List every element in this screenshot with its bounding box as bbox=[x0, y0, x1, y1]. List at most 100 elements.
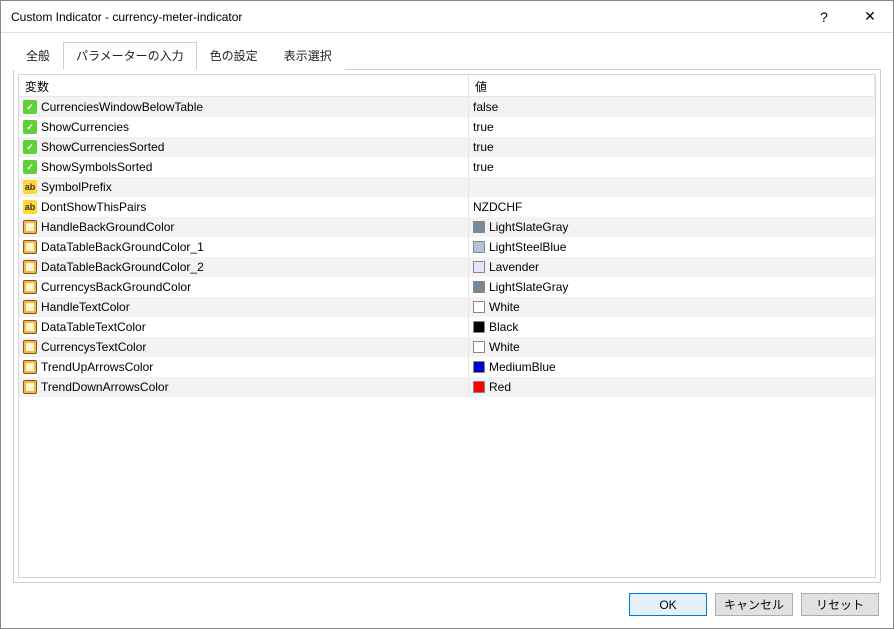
variable-name: DontShowThisPairs bbox=[41, 200, 146, 214]
color-type-icon bbox=[23, 300, 37, 314]
variable-cell: ✓ ShowCurrenciesSorted bbox=[19, 137, 469, 157]
variable-cell: ✓ CurrenciesWindowBelowTable bbox=[19, 97, 469, 117]
ok-button[interactable]: OK bbox=[629, 593, 707, 616]
value-cell[interactable]: LightSlateGray bbox=[469, 217, 875, 237]
table-row[interactable]: TrendUpArrowsColor MediumBlue bbox=[19, 357, 875, 377]
table-row[interactable]: CurrencysBackGroundColor LightSlateGray bbox=[19, 277, 875, 297]
tab-colors[interactable]: 色の設定 bbox=[197, 42, 271, 70]
variable-cell: TrendUpArrowsColor bbox=[19, 357, 469, 377]
color-swatch bbox=[473, 321, 485, 333]
color-type-icon bbox=[23, 220, 37, 234]
table-row[interactable]: HandleTextColorWhite bbox=[19, 297, 875, 317]
color-swatch bbox=[473, 241, 485, 253]
help-button[interactable]: ? bbox=[801, 1, 847, 33]
value-cell[interactable]: MediumBlue bbox=[469, 357, 875, 377]
value-cell[interactable]: LightSlateGray bbox=[469, 277, 875, 297]
str-type-icon: ab bbox=[23, 200, 37, 214]
bool-type-icon: ✓ bbox=[23, 120, 37, 134]
value-text: LightSteelBlue bbox=[489, 240, 566, 254]
table-row[interactable]: ✓ ShowCurrenciesSorted true bbox=[19, 137, 875, 157]
table-row[interactable]: DataTableBackGroundColor_1 LightSteelBlue bbox=[19, 237, 875, 257]
color-type-icon bbox=[23, 260, 37, 274]
bool-type-icon: ✓ bbox=[23, 160, 37, 174]
value-cell[interactable]: false bbox=[469, 97, 875, 117]
value-cell[interactable]: White bbox=[469, 297, 875, 317]
variable-name: TrendDownArrowsColor bbox=[41, 380, 169, 394]
color-swatch bbox=[473, 381, 485, 393]
variable-name: ShowCurrenciesSorted bbox=[41, 140, 164, 154]
value-cell[interactable]: Black bbox=[469, 317, 875, 337]
color-type-icon bbox=[23, 240, 37, 254]
value-text: true bbox=[473, 120, 494, 134]
color-swatch bbox=[473, 221, 485, 233]
color-swatch bbox=[473, 301, 485, 313]
variable-name: ShowSymbolsSorted bbox=[41, 160, 152, 174]
tab-general[interactable]: 全般 bbox=[13, 42, 63, 70]
value-cell[interactable]: White bbox=[469, 337, 875, 357]
table-row[interactable]: abSymbolPrefix bbox=[19, 177, 875, 197]
value-cell[interactable]: true bbox=[469, 117, 875, 137]
variable-name: DataTableTextColor bbox=[41, 320, 146, 334]
color-swatch bbox=[473, 361, 485, 373]
color-type-icon bbox=[23, 320, 37, 334]
value-text: MediumBlue bbox=[489, 360, 556, 374]
value-text: true bbox=[473, 140, 494, 154]
variable-cell: ✓ ShowCurrencies bbox=[19, 117, 469, 137]
titlebar: Custom Indicator - currency-meter-indica… bbox=[1, 1, 893, 33]
value-cell[interactable]: NZDCHF bbox=[469, 197, 875, 217]
window-title: Custom Indicator - currency-meter-indica… bbox=[11, 10, 801, 24]
variable-name: CurrenciesWindowBelowTable bbox=[41, 100, 203, 114]
variable-name: CurrencysTextColor bbox=[41, 340, 146, 354]
variable-name: CurrencysBackGroundColor bbox=[41, 280, 191, 294]
table-row[interactable]: ✓ ShowCurrencies true bbox=[19, 117, 875, 137]
column-header-variable[interactable]: 変数 bbox=[19, 75, 469, 96]
variable-cell: abSymbolPrefix bbox=[19, 177, 469, 197]
value-text: White bbox=[489, 300, 520, 314]
tab-parameters[interactable]: パラメーターの入力 bbox=[63, 42, 197, 70]
variable-cell: ab DontShowThisPairs bbox=[19, 197, 469, 217]
value-text: true bbox=[473, 160, 494, 174]
variable-name: ShowCurrencies bbox=[41, 120, 129, 134]
variable-cell: ✓ ShowSymbolsSorted bbox=[19, 157, 469, 177]
bool-type-icon: ✓ bbox=[23, 100, 37, 114]
cancel-button[interactable]: キャンセル bbox=[715, 593, 793, 616]
value-cell[interactable] bbox=[469, 177, 875, 197]
table-row[interactable]: HandleBackGroundColorLightSlateGray bbox=[19, 217, 875, 237]
table-row[interactable]: TrendDownArrowsColor Red bbox=[19, 377, 875, 397]
tab-panel: 変数 値 ✓ CurrenciesWindowBelowTable false ✓ Sh… bbox=[13, 69, 881, 583]
variable-name: DataTableBackGroundColor_1 bbox=[41, 240, 204, 254]
table-row[interactable]: DataTableBackGroundColor_2Lavender bbox=[19, 257, 875, 277]
table-row[interactable]: ✓ CurrenciesWindowBelowTable false bbox=[19, 97, 875, 117]
variable-cell: DataTableBackGroundColor_1 bbox=[19, 237, 469, 257]
color-type-icon bbox=[23, 280, 37, 294]
dialog-footer: OK キャンセル リセット bbox=[1, 583, 893, 628]
content: 全般 パラメーターの入力 色の設定 表示選択 変数 値 ✓ CurrenciesW… bbox=[1, 33, 893, 583]
value-cell[interactable]: LightSteelBlue bbox=[469, 237, 875, 257]
parameters-table: 変数 値 ✓ CurrenciesWindowBelowTable false ✓ Sh… bbox=[18, 74, 876, 578]
column-header-value[interactable]: 値 bbox=[469, 75, 875, 96]
tab-bar: 全般 パラメーターの入力 色の設定 表示選択 bbox=[13, 42, 881, 70]
value-text: Black bbox=[489, 320, 518, 334]
reset-button[interactable]: リセット bbox=[801, 593, 879, 616]
close-button[interactable]: ✕ bbox=[847, 1, 893, 33]
bool-type-icon: ✓ bbox=[23, 140, 37, 154]
variable-cell: DataTableTextColor bbox=[19, 317, 469, 337]
variable-cell: CurrencysTextColor bbox=[19, 337, 469, 357]
str-type-icon: ab bbox=[23, 180, 37, 194]
variable-cell: CurrencysBackGroundColor bbox=[19, 277, 469, 297]
value-cell[interactable]: Red bbox=[469, 377, 875, 397]
table-row[interactable]: DataTableTextColor Black bbox=[19, 317, 875, 337]
value-text: LightSlateGray bbox=[489, 280, 568, 294]
table-row[interactable]: ab DontShowThisPairs NZDCHF bbox=[19, 197, 875, 217]
table-body: ✓ CurrenciesWindowBelowTable false ✓ ShowCur… bbox=[19, 97, 875, 577]
value-text: Red bbox=[489, 380, 511, 394]
value-cell[interactable]: true bbox=[469, 157, 875, 177]
value-text: false bbox=[473, 100, 498, 114]
value-cell[interactable]: Lavender bbox=[469, 257, 875, 277]
color-swatch bbox=[473, 281, 485, 293]
tab-visibility[interactable]: 表示選択 bbox=[271, 42, 345, 70]
value-cell[interactable]: true bbox=[469, 137, 875, 157]
table-row[interactable]: CurrencysTextColor White bbox=[19, 337, 875, 357]
table-row[interactable]: ✓ ShowSymbolsSorted true bbox=[19, 157, 875, 177]
color-type-icon bbox=[23, 340, 37, 354]
